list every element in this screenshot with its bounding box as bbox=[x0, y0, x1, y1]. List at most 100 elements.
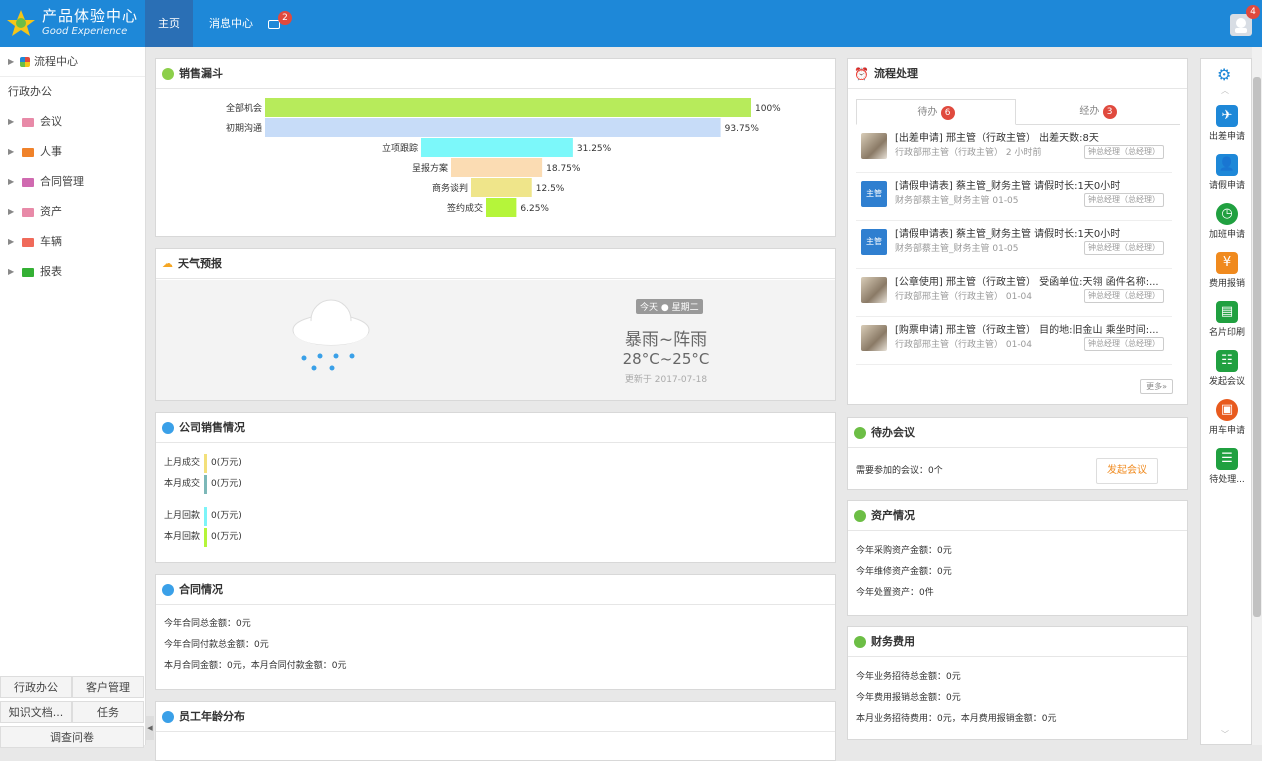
sidebar-group-title: 行政办公 bbox=[8, 85, 52, 98]
scroll-up-icon[interactable]: ︿ bbox=[1221, 85, 1229, 96]
sidebar-item-5[interactable]: ▶ 报表 bbox=[0, 257, 145, 287]
nav-home-tab[interactable]: 主页 bbox=[145, 0, 193, 47]
weather-day-label: 今天 ● 星期二 bbox=[636, 299, 703, 314]
workflow-item-title: [购票申请] 邢主管（行政主管） 目的地:旧金山 乘坐时间:... bbox=[895, 325, 1159, 336]
folder-icon bbox=[22, 267, 34, 277]
sales-row-value: 0(万元) bbox=[211, 511, 242, 521]
folder-icon bbox=[22, 147, 34, 157]
bottom-tab-crm[interactable]: 客户管理 bbox=[72, 676, 144, 698]
nav-messages-tab[interactable]: 消息中心 bbox=[200, 0, 262, 47]
scroll-down-icon[interactable]: ﹀ bbox=[1221, 729, 1229, 740]
funnel-value-label: 93.75% bbox=[725, 124, 760, 134]
quick-tool-card[interactable]: ▤ 名片印刷 bbox=[1201, 301, 1253, 338]
more-button[interactable]: 更多» bbox=[1140, 379, 1173, 394]
tab-done[interactable]: 经办 3 bbox=[1016, 99, 1180, 125]
sales-row-bar bbox=[204, 454, 208, 473]
panel-title: 天气预报 bbox=[178, 256, 222, 270]
sidebar: ▶ 流程中心 行政办公 ▶ 会议 ▶ 人事 ▶ 合同管理 ▶ 资产 ▶ 车辆 ▶ 报表 行政办公 客户管… bbox=[0, 47, 146, 748]
quick-tool-label: 费用报销 bbox=[1208, 279, 1245, 289]
quick-tools-bar: ⚙ ︿ ✈ 出差申请 👤 请假申请 ◷ 加班申请 ¥ 费用报销 ▤ 名片印刷 ☷ 发起会议 ▣ 用车申请 ☰… bbox=[1200, 58, 1252, 745]
workflow-item[interactable]: [购票申请] 邢主管（行政主管） 目的地:旧金山 乘坐时间:... 行政部邢主管（… bbox=[856, 318, 1172, 365]
company-sales-panel: 公司销售情况 上月成交 0(万元) 本月成交 0(万元) 上月回款 0(万元) 本月回款 0(… bbox=[155, 412, 836, 563]
scrollbar-thumb[interactable] bbox=[1253, 77, 1261, 617]
brand-subtitle: Good Experience bbox=[42, 26, 128, 37]
quick-tool-pending[interactable]: ☰ 待处理... bbox=[1201, 448, 1253, 485]
quick-tool-label: 加班申请 bbox=[1208, 230, 1245, 240]
sidebar-item-0[interactable]: ▶ 会议 bbox=[0, 107, 145, 137]
panel-header: 待办会议 bbox=[848, 418, 1187, 448]
workflow-item-title: [出差申请] 邢主管（行政主管） 出差天数:8天 bbox=[895, 133, 1099, 144]
panel-title: 财务费用 bbox=[871, 634, 915, 648]
sidebar-item-4[interactable]: ▶ 车辆 bbox=[0, 227, 145, 257]
finance-body: 今年业务招待总金额：0元 今年费用报销总金额：0元 本月业务招待费用：0元，本月… bbox=[848, 657, 1187, 730]
tab-todo[interactable]: 待办 6 bbox=[856, 99, 1016, 125]
weather-updated-time: 更新于 2017-07-18 bbox=[624, 375, 708, 385]
workflow-item[interactable]: [出差申请] 邢主管（行政主管） 出差天数:8天 行政部邢主管（行政主管） 2 小… bbox=[856, 126, 1172, 173]
funnel-category-label: 初期沟通 bbox=[226, 122, 262, 134]
expand-arrow-icon: ▶ bbox=[8, 237, 15, 246]
weather-panel: ☁ 天气预报 今天 ● 星期二 暴雨~阵雨 28°C~25°C 更新于 2017-… bbox=[155, 248, 836, 401]
plane-icon: ✈ bbox=[1216, 105, 1238, 127]
sidebar-item-label: 合同管理 bbox=[40, 175, 84, 188]
cloud-icon: ☁ bbox=[162, 256, 173, 270]
bottom-tab-docs[interactable]: 知识文档... bbox=[0, 701, 72, 723]
quick-tool-person[interactable]: 👤 请假申请 bbox=[1201, 154, 1253, 191]
sales-funnel-chart: 全部机会 100% 初期沟通 93.75% 立项跟踪 31.25% 呈报方案 18.75% 商务… bbox=[226, 98, 781, 217]
panel-icon bbox=[162, 583, 174, 596]
sidebar-item-label: 人事 bbox=[40, 145, 62, 158]
sidebar-item-3[interactable]: ▶ 资产 bbox=[0, 197, 145, 227]
bottom-tab-admin[interactable]: 行政办公 bbox=[0, 676, 72, 698]
nav-tasks-tab[interactable]: 2 bbox=[268, 0, 294, 47]
panel-header: ⏰ 流程处理 bbox=[848, 59, 1187, 89]
start-meeting-button[interactable]: 发起会议 bbox=[1096, 458, 1158, 484]
assets-panel: 资产情况 今年采购资产金额：0元 今年维修资产金额：0元 今年处置资产：0件 bbox=[847, 500, 1188, 616]
sidebar-item-label: 报表 bbox=[40, 265, 62, 278]
quick-tool-meeting[interactable]: ☷ 发起会议 bbox=[1201, 350, 1253, 387]
sidebar-item-label: 车辆 bbox=[40, 235, 62, 248]
sidebar-bottom-tabs: 行政办公 客户管理 知识文档... 任务 调查问卷 bbox=[0, 676, 146, 751]
workflow-item[interactable]: 主管 [请假申请表] 蔡主管_财务主管 请假时长:1天0小时 财务部蔡主管_财务主管… bbox=[856, 222, 1172, 269]
sales-row-value: 0(万元) bbox=[211, 458, 242, 468]
quick-tool-bus[interactable]: ▣ 用车申请 bbox=[1201, 399, 1253, 436]
quick-tool-money[interactable]: ¥ 费用报销 bbox=[1201, 252, 1253, 289]
quick-tool-label: 用车申请 bbox=[1208, 426, 1245, 436]
sales-row: 本月成交 0(万元) bbox=[164, 474, 827, 495]
quick-tool-plane[interactable]: ✈ 出差申请 bbox=[1201, 105, 1253, 142]
brand-title: 产品体验中心 bbox=[42, 7, 139, 25]
bottom-tab-tasks[interactable]: 任务 bbox=[72, 701, 144, 723]
panel-title: 公司销售情况 bbox=[179, 420, 245, 434]
weather-condition: 暴雨~阵雨 bbox=[624, 330, 708, 350]
folder-icon bbox=[22, 207, 34, 217]
sidebar-collapse-handle[interactable]: ◀ bbox=[146, 716, 154, 740]
sales-row-bar bbox=[204, 528, 208, 547]
sidebar-process-center[interactable]: ▶ 流程中心 bbox=[0, 47, 145, 77]
workflow-item[interactable]: 主管 [请假申请表] 蔡主管_财务主管 请假时长:1天0小时 财务部蔡主管_财务主管… bbox=[856, 174, 1172, 221]
workflow-item[interactable]: [公章使用] 邢主管（行政主管） 受函单位:天翎 函件名称:... 行政部邢主管（… bbox=[856, 270, 1172, 317]
sidebar-process-center-label: 流程中心 bbox=[34, 54, 78, 68]
quick-tool-label: 发起会议 bbox=[1208, 377, 1245, 387]
contract-total: 今年合同总金额：0元 bbox=[164, 619, 251, 629]
user-avatar[interactable]: 4 bbox=[1230, 5, 1260, 36]
weather-body: 今天 ● 星期二 暴雨~阵雨 28°C~25°C 更新于 2017-07-18 bbox=[156, 280, 835, 400]
sidebar-item-1[interactable]: ▶ 人事 bbox=[0, 137, 145, 167]
panel-icon bbox=[162, 67, 174, 80]
workflow-item-approver: 钟总经理（总经理） bbox=[1084, 337, 1164, 351]
finance-entertainment-total: 今年业务招待总金额：0元 bbox=[856, 672, 961, 682]
gear-icon[interactable]: ⚙ bbox=[1217, 65, 1231, 84]
meeting-icon: ☷ bbox=[1216, 350, 1238, 372]
sales-row-value: 0(万元) bbox=[211, 479, 242, 489]
sales-row-bar bbox=[204, 475, 208, 494]
sidebar-item-2[interactable]: ▶ 合同管理 bbox=[0, 167, 145, 197]
panel-icon bbox=[854, 635, 866, 648]
finance-month-summary: 本月业务招待费用：0元，本月费用报销金额：0元 bbox=[856, 714, 1057, 724]
page-scrollbar[interactable] bbox=[1252, 47, 1262, 745]
workflow-item-approver: 钟总经理（总经理） bbox=[1084, 193, 1164, 207]
money-icon: ¥ bbox=[1216, 252, 1238, 274]
funnel-bar bbox=[451, 158, 543, 177]
workflow-item-approver: 钟总经理（总经理） bbox=[1084, 145, 1164, 159]
quick-tool-clock[interactable]: ◷ 加班申请 bbox=[1201, 203, 1253, 240]
funnel-category-label: 全部机会 bbox=[226, 102, 262, 114]
expand-arrow-icon: ▶ bbox=[8, 177, 15, 186]
sales-row: 上月回款 0(万元) bbox=[164, 506, 827, 527]
card-icon: ▤ bbox=[1216, 301, 1238, 323]
